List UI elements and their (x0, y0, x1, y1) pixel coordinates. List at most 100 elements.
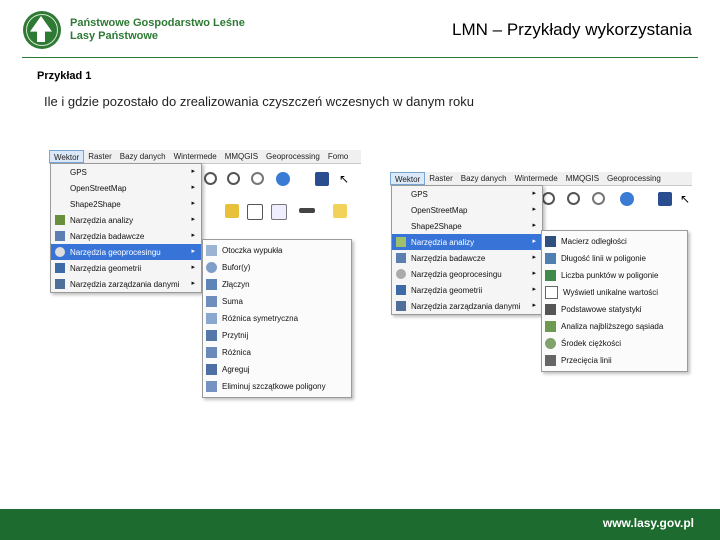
submenu-item-basic-statistics[interactable]: Podstawowe statystyki (542, 301, 687, 318)
submenu-item-label: Różnica (222, 348, 251, 357)
menu-item-data-management-tools[interactable]: Narzędzia zarządzania danymi ▸ (51, 276, 201, 292)
menu-item-research-tools[interactable]: Narzędzia badawcze ▸ (51, 228, 201, 244)
menu-bazy-danych[interactable]: Bazy danych (116, 150, 170, 163)
submenu-item-line-length[interactable]: Długość linii w poligonie (542, 250, 687, 267)
menu-item-osm[interactable]: OpenStreetMap ▸ (392, 202, 542, 218)
zoom-icon[interactable] (204, 172, 217, 185)
menu-fomo[interactable]: Fomo (324, 150, 352, 163)
submenu-item-label: Podstawowe statystyki (561, 305, 642, 314)
submenu-item-unique-values[interactable]: Wyświetl unikalne wartości (542, 284, 687, 301)
menu-wektor[interactable]: Wektor (390, 172, 426, 185)
submenu-item-label: Analiza najbliższego sąsiada (561, 322, 664, 331)
menu-wektor[interactable]: Wektor (49, 150, 85, 163)
menu-wintermede[interactable]: Wintermede (170, 150, 221, 163)
menu-item-label: Narzędzia zarządzania danymi (70, 279, 180, 289)
submenu-item-union[interactable]: Suma (203, 293, 351, 310)
matrix-icon (545, 236, 556, 247)
menu-item-label: GPS (70, 167, 87, 177)
submenu-item-distance-matrix[interactable]: Macierz odległości (542, 233, 687, 250)
geometry-icon (55, 263, 65, 273)
menu-raster[interactable]: Raster (425, 172, 457, 185)
zoom-last-icon[interactable] (251, 172, 264, 185)
menu-item-gps[interactable]: GPS ▸ (51, 164, 201, 180)
blank-icon (55, 199, 65, 209)
menu-mmqgis[interactable]: MMQGIS (562, 172, 603, 185)
submenu-item-clip[interactable]: Przytnij (203, 327, 351, 344)
menu-geoprocessing[interactable]: Geoprocessing (262, 150, 324, 163)
select-cursor-icon[interactable]: ↖ (680, 192, 690, 206)
gear-icon (396, 269, 406, 279)
wektor-menu: GPS ▸ OpenStreetMap ▸ Shape2Shape ▸ Narzędz… (50, 163, 202, 293)
zoom-last-icon[interactable] (592, 192, 605, 205)
submenu-item-difference[interactable]: Różnica (203, 344, 351, 361)
menu-item-gps[interactable]: GPS ▸ (392, 186, 542, 202)
blank-icon (396, 221, 406, 231)
submenu-item-line-intersections[interactable]: Przecięcia linii (542, 352, 687, 369)
arrow-icon: ▸ (532, 270, 536, 277)
blank-icon (396, 189, 406, 199)
footer-url[interactable]: www.lasy.gov.pl (603, 516, 694, 530)
menu-item-analysis-tools[interactable]: Narzędzia analizy ▸ (51, 212, 201, 228)
refresh-icon[interactable] (276, 172, 290, 186)
submenu-item-points-in-polygon[interactable]: Liczba punktów w poligonie (542, 267, 687, 284)
union-icon (206, 296, 217, 307)
submenu-item-convex-hull[interactable]: Otoczka wypukła (203, 242, 351, 259)
menu-item-analysis-tools[interactable]: Narzędzia analizy ▸ (392, 234, 542, 250)
submenu-item-nearest-neighbour[interactable]: Analiza najbliższego sąsiada (542, 318, 687, 335)
menu-item-geometry-tools[interactable]: Narzędzia geometrii ▸ (392, 282, 542, 298)
submenu-item-mean-coordinates[interactable]: Środek ciężkości (542, 335, 687, 352)
menu-item-label: OpenStreetMap (411, 205, 468, 215)
arrow-icon: ▸ (532, 238, 536, 245)
measure-icon[interactable] (299, 208, 315, 213)
annotation-icon[interactable] (333, 204, 347, 218)
geoprocessing-submenu: Otoczka wypukła Bufor(y) Złączyn Suma Ró… (202, 239, 352, 398)
org-name-2: Lasy Państwowe (70, 30, 159, 42)
help-icon[interactable] (315, 172, 329, 186)
convex-hull-icon (206, 245, 217, 256)
zoom-icon[interactable] (542, 192, 555, 205)
select-cursor-icon[interactable]: ↖ (339, 172, 349, 186)
menu-item-geometry-tools[interactable]: Narzędzia geometrii ▸ (51, 260, 201, 276)
menu-bazy-danych[interactable]: Bazy danych (457, 172, 511, 185)
menu-raster[interactable]: Raster (84, 150, 116, 163)
points-icon (545, 270, 556, 281)
menu-geoprocessing[interactable]: Geoprocessing (603, 172, 665, 185)
zoom-layer-icon[interactable] (227, 172, 240, 185)
menu-item-label: GPS (411, 189, 428, 199)
arrow-icon: ▸ (191, 232, 195, 239)
menu-wintermede[interactable]: Wintermede (511, 172, 562, 185)
table-icon[interactable] (247, 204, 263, 220)
stats-icon[interactable] (271, 204, 287, 220)
submenu-item-intersect[interactable]: Złączyn (203, 276, 351, 293)
help-icon[interactable] (658, 192, 672, 206)
menu-item-shape2shape[interactable]: Shape2Shape ▸ (392, 218, 542, 234)
menu-item-label: Narzędzia analizy (70, 215, 134, 225)
menu-item-label: Shape2Shape (411, 221, 462, 231)
toolbar: ↖ (540, 190, 692, 208)
menu-item-geoprocessing-tools[interactable]: Narzędzia geoprocesingu ▸ (392, 266, 542, 282)
analysis-submenu: Macierz odległości Długość linii w polig… (541, 230, 688, 372)
refresh-icon[interactable] (620, 192, 634, 206)
submenu-item-label: Suma (222, 297, 243, 306)
submenu-item-eliminate-sliver[interactable]: Eliminuj szczątkowe poligony (203, 378, 351, 395)
menu-item-data-management-tools[interactable]: Narzędzia zarządzania danymi ▸ (392, 298, 542, 314)
clip-icon (206, 330, 217, 341)
menu-item-osm[interactable]: OpenStreetMap ▸ (51, 180, 201, 196)
line-length-icon (545, 253, 556, 264)
submenu-item-dissolve[interactable]: Agreguj (203, 361, 351, 378)
blank-icon (396, 205, 406, 215)
submenu-item-label: Bufor(y) (222, 263, 251, 272)
menu-mmqgis[interactable]: MMQGIS (221, 150, 262, 163)
blank-icon (55, 183, 65, 193)
submenu-item-buffer[interactable]: Bufor(y) (203, 259, 351, 276)
difference-icon (206, 347, 217, 358)
zoom-layer-icon[interactable] (567, 192, 580, 205)
research-icon (396, 253, 406, 263)
menu-item-geoprocessing-tools[interactable]: Narzędzia geoprocesingu ▸ (51, 244, 201, 260)
submenu-item-symmetric-difference[interactable]: Różnica symetryczna (203, 310, 351, 327)
pencil-icon[interactable] (225, 204, 239, 218)
menubar: Wektor Raster Bazy danych Wintermede MMQ… (390, 172, 692, 186)
menu-item-shape2shape[interactable]: Shape2Shape ▸ (51, 196, 201, 212)
menu-item-label: Shape2Shape (70, 199, 121, 209)
menu-item-research-tools[interactable]: Narzędzia badawcze ▸ (392, 250, 542, 266)
